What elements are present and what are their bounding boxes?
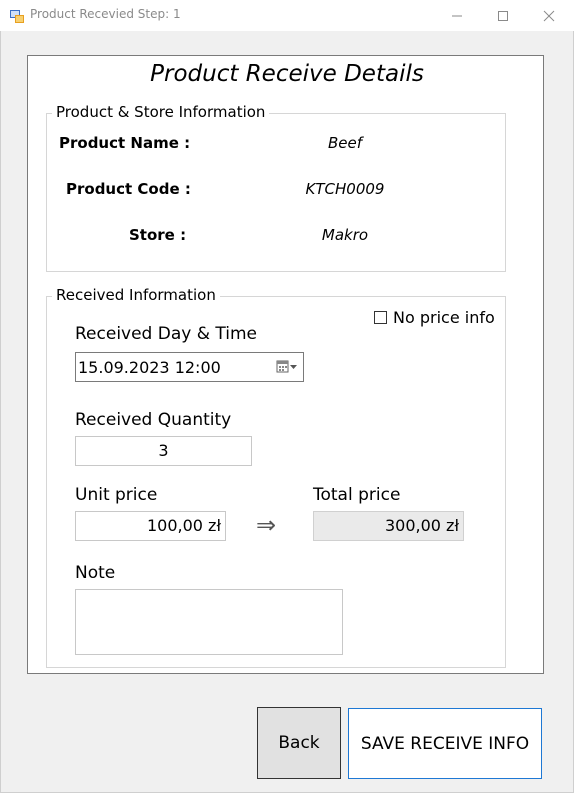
product-code-value: KTCH0009 (305, 180, 385, 198)
window-title: Product Recevied Step: 1 (30, 7, 181, 21)
store-label: Store : (129, 226, 187, 244)
close-icon (543, 10, 555, 21)
total-price-field: 300,00 zł (313, 511, 464, 541)
unit-price-input[interactable]: 100,00 zł (75, 511, 226, 541)
product-store-group-legend: Product & Store Information (52, 103, 270, 121)
save-receive-info-button[interactable]: SAVE RECEIVE INFO (348, 708, 542, 779)
received-info-group-legend: Received Information (52, 286, 220, 304)
note-textarea[interactable] (75, 589, 343, 655)
unit-price-label: Unit price (75, 485, 158, 505)
note-label: Note (75, 563, 116, 583)
maximize-button[interactable] (480, 0, 526, 31)
right-double-arrow-icon: ⇒ (255, 511, 277, 539)
back-button[interactable]: Back (257, 707, 341, 779)
minimize-icon (452, 15, 462, 16)
total-price-label: Total price (313, 485, 401, 505)
maximize-icon (498, 10, 508, 21)
product-name-label: Product Name : (59, 134, 191, 152)
store-value: Makro (321, 226, 369, 244)
product-code-label: Product Code : (66, 180, 191, 198)
received-datetime-value[interactable]: 15.09.2023 12:00 (78, 358, 221, 377)
no-price-checkbox[interactable] (374, 311, 387, 324)
received-datetime-label: Received Day & Time (75, 324, 257, 344)
calendar-dropdown-icon[interactable] (276, 360, 298, 374)
app-window-icon (10, 10, 24, 23)
minimize-button[interactable] (434, 0, 480, 31)
no-price-checkbox-label[interactable]: No price info (393, 308, 495, 327)
close-button[interactable] (526, 0, 572, 31)
product-name-value: Beef (327, 134, 363, 152)
form-title: Product Receive Details (150, 61, 424, 87)
received-quantity-input[interactable]: 3 (75, 436, 252, 466)
received-quantity-label: Received Quantity (75, 410, 232, 430)
